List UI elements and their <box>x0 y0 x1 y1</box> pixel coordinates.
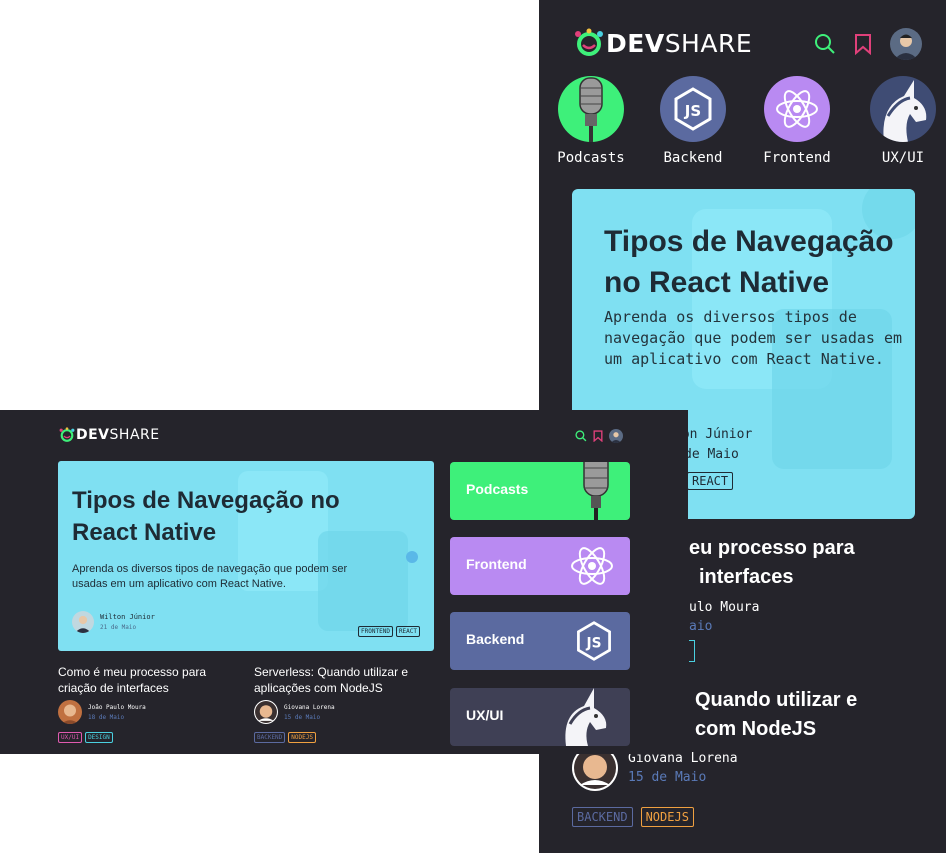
search-icon[interactable] <box>814 33 836 55</box>
category-label: Backend <box>466 631 525 647</box>
logo-icon <box>575 28 603 56</box>
logo[interactable]: DEVSHARE <box>58 427 160 443</box>
tag[interactable]: UX/UI <box>58 732 83 744</box>
post-title: Serverless: Quando utilizar e aplicações… <box>254 665 409 695</box>
unicorn-icon <box>870 76 936 142</box>
category-label: UX/UI <box>881 150 925 166</box>
category-card-backend[interactable]: Backend JS <box>450 612 630 670</box>
post-card[interactable]: eu processo para interfaces ulo Moura aio <box>689 534 939 662</box>
react-icon <box>764 76 830 142</box>
tag[interactable] <box>689 640 695 662</box>
author-name: Wilton Júnior <box>100 613 155 621</box>
microphone-icon <box>558 76 624 142</box>
unicorn-icon <box>556 688 616 746</box>
category-uxui[interactable]: UX/UI <box>863 76 943 166</box>
avatar[interactable] <box>890 28 922 60</box>
logo-icon <box>59 427 75 442</box>
category-card-frontend[interactable]: Frontend <box>450 537 630 595</box>
featured-post-card[interactable]: Tipos de Navegação no React Native Apren… <box>58 461 434 651</box>
tag[interactable]: REACT <box>395 626 420 638</box>
category-label: Backend <box>663 150 723 166</box>
avatar[interactable] <box>609 429 623 443</box>
featured-post-description: Aprenda os diversos tipos de navegação q… <box>604 308 903 368</box>
category-label: Podcasts <box>466 481 529 497</box>
featured-post-description: Aprenda os diversos tipos de navegação q… <box>72 563 348 590</box>
microphone-icon <box>576 462 616 520</box>
featured-post-title: Tipos de Navegação no React Native <box>72 487 340 546</box>
nodejs-icon: JS <box>660 76 726 142</box>
post-card[interactable]: Como é meu processo para criação de inte… <box>58 664 233 744</box>
tag[interactable]: NODEJS <box>640 807 694 828</box>
bookmark-icon[interactable] <box>593 430 603 442</box>
category-label: Podcasts <box>557 150 625 166</box>
svg-text:JS: JS <box>684 102 701 120</box>
featured-post-title: Tipos de Navegação no React Native <box>604 225 894 299</box>
author-name: Giovana Lorena <box>284 703 335 711</box>
tag[interactable]: REACT <box>687 472 734 491</box>
post-title: Quando utilizar e com NodeJS <box>695 689 858 740</box>
post-date: 15 de Maio <box>628 770 707 785</box>
post-title: Como é meu processo para criação de inte… <box>58 665 207 695</box>
tag[interactable]: FRONTEND <box>358 626 393 638</box>
post-date: aio <box>689 619 713 634</box>
search-icon[interactable] <box>575 430 587 442</box>
desktop-screen: DEVSHARE Tipos de Navegação no React Nat… <box>0 410 688 754</box>
post-date: 15 de Maio <box>284 713 321 721</box>
svg-text:JS: JS <box>585 635 601 651</box>
category-card-podcasts[interactable]: Podcasts <box>450 462 630 520</box>
logo[interactable]: DEVSHARE <box>572 28 752 58</box>
tag[interactable]: NODEJS <box>288 732 316 744</box>
category-label: Frontend <box>466 556 527 572</box>
author-name: ulo Moura <box>689 600 760 615</box>
category-backend[interactable]: JS Backend <box>657 76 729 166</box>
author-avatar <box>72 611 94 633</box>
author-avatar <box>58 700 82 724</box>
category-label: Frontend <box>763 150 831 166</box>
bookmark-icon[interactable] <box>854 33 872 55</box>
post-date: 21 de Maio <box>100 624 137 631</box>
category-label: UX/UI <box>466 707 504 723</box>
author-name: João Paulo Moura <box>88 703 146 711</box>
category-frontend[interactable]: Frontend <box>757 76 837 166</box>
category-card-uxui[interactable]: UX/UI <box>450 688 630 746</box>
post-date: 18 de Maio <box>88 713 125 721</box>
tag[interactable]: BACKEND <box>254 732 286 744</box>
post-card[interactable]: Serverless: Quando utilizar e aplicações… <box>254 664 429 744</box>
nodejs-icon: JS <box>572 612 616 670</box>
category-podcasts[interactable]: Podcasts <box>555 76 627 166</box>
react-icon <box>568 537 616 595</box>
post-card[interactable]: Quando utilizar e com NodeJS <box>695 686 935 744</box>
author-avatar <box>254 700 278 724</box>
tag[interactable]: BACKEND <box>572 807 633 828</box>
tag[interactable]: DESIGN <box>85 732 113 744</box>
post-title: eu processo para interfaces <box>689 537 855 588</box>
